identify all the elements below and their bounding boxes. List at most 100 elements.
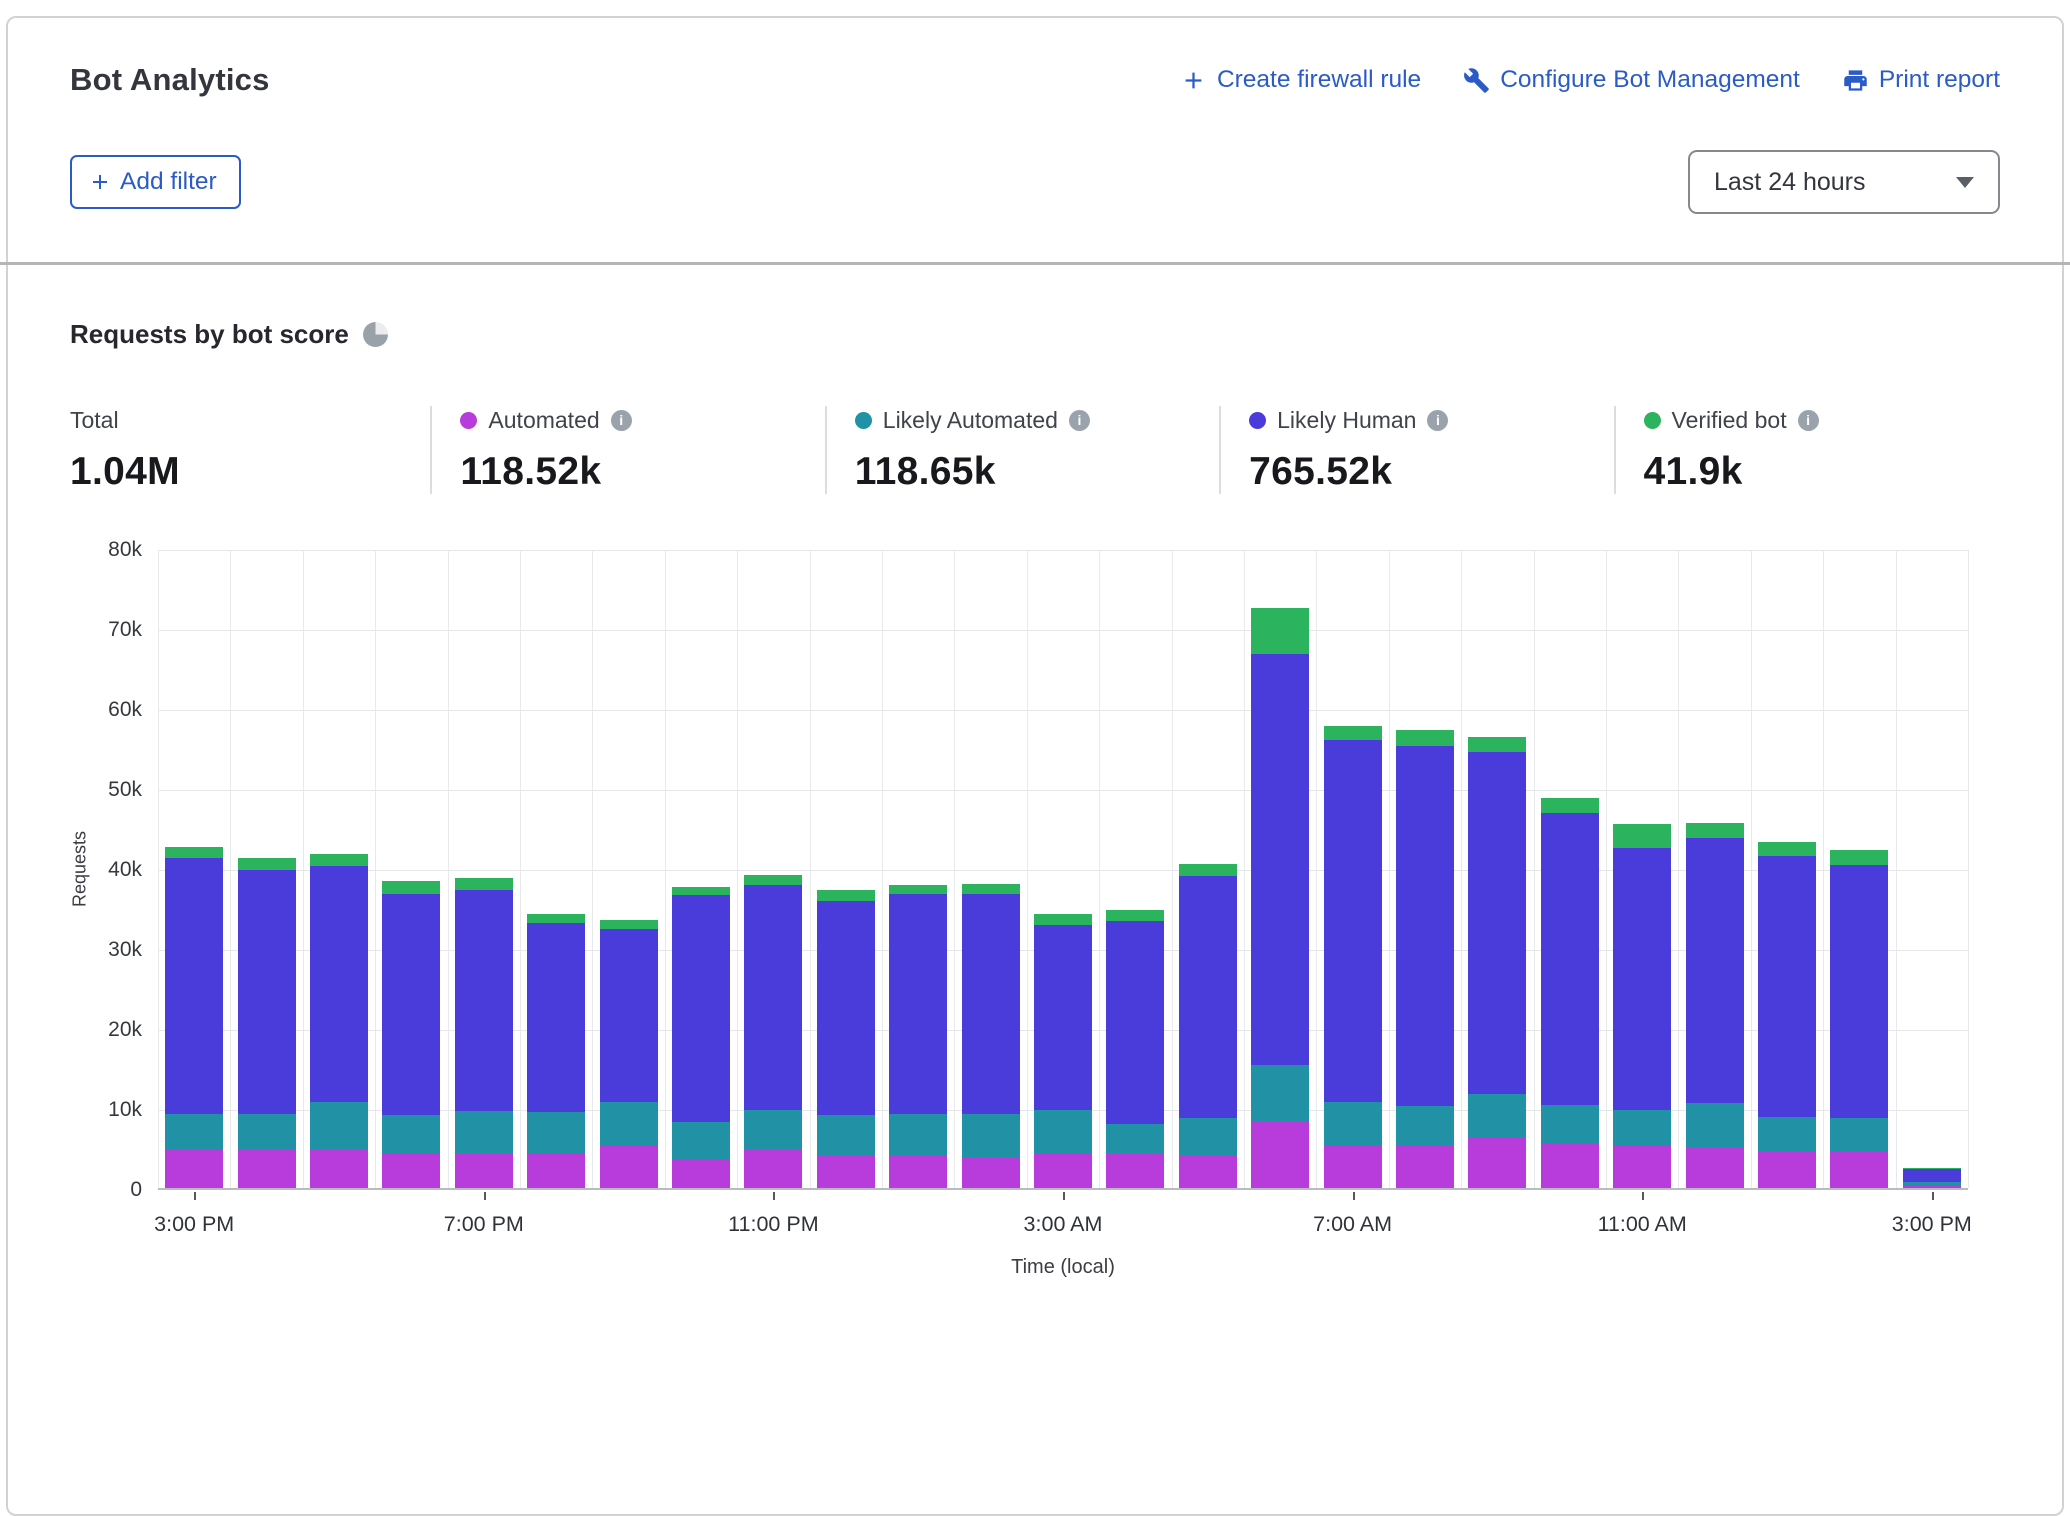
pie-chart-icon: [363, 322, 388, 347]
bar-segment-automated: [889, 1155, 947, 1188]
bar-segment-verified-bot: [1613, 824, 1671, 848]
plot-area: 010k20k30k40k50k60k70k80kRequests: [158, 550, 1968, 1190]
stacked-bar: [600, 920, 658, 1188]
gridline-v: [1823, 550, 1824, 1188]
bar-segment-verified-bot: [672, 887, 730, 895]
bar-segment-automated: [672, 1159, 730, 1188]
bar-segment-likely-human: [1758, 856, 1816, 1117]
header-actions: Create firewall rule Configure Bot Manage…: [1180, 62, 2000, 94]
add-filter-button[interactable]: Add filter: [70, 155, 241, 209]
info-icon[interactable]: i: [1798, 410, 1819, 431]
y-tick-label: 60k: [56, 698, 142, 722]
gridline-v: [1534, 550, 1535, 1188]
bar-segment-likely-automated: [310, 1102, 368, 1149]
bar-segment-likely-automated: [1613, 1110, 1671, 1145]
stacked-bar: [1179, 864, 1237, 1188]
bar-segment-automated: [1758, 1152, 1816, 1188]
bar-segment-verified-bot: [1251, 608, 1309, 654]
printer-icon: [1842, 67, 1869, 94]
gridline-v: [882, 550, 883, 1188]
bar-segment-automated: [527, 1154, 585, 1188]
stat-likely-human: Likely Humani765.52k: [1219, 406, 1613, 494]
bar-segment-verified-bot: [600, 920, 658, 929]
bar-segment-likely-human: [1251, 654, 1309, 1065]
bar-segment-likely-automated: [672, 1122, 730, 1160]
bar-segment-likely-automated: [1396, 1106, 1454, 1146]
bar-segment-verified-bot: [1396, 730, 1454, 746]
page-title: Bot Analytics: [70, 62, 270, 98]
x-tick-label: 3:00 PM: [154, 1212, 234, 1237]
bar-segment-likely-human: [1179, 876, 1237, 1118]
x-tick-label: 3:00 PM: [1892, 1212, 1972, 1237]
gridline-h: [158, 710, 1968, 711]
bar-segment-verified-bot: [1541, 798, 1599, 813]
bar-segment-likely-human: [1396, 746, 1454, 1107]
gridline-v: [954, 550, 955, 1188]
bar-segment-likely-human: [1034, 925, 1092, 1111]
action-link-print-report[interactable]: Print report: [1842, 66, 2000, 94]
bar-segment-likely-human: [1903, 1169, 1961, 1183]
action-link-create-firewall-rule[interactable]: Create firewall rule: [1180, 66, 1421, 94]
gridline-v: [1751, 550, 1752, 1188]
bar-segment-verified-bot: [1324, 726, 1382, 740]
x-tick-label: 11:00 AM: [1598, 1212, 1687, 1237]
x-tick-mark: [1063, 1192, 1065, 1200]
bar-segment-likely-human: [962, 894, 1020, 1115]
stat-value: 41.9k: [1644, 450, 1980, 494]
gridline-v: [1606, 550, 1607, 1188]
bar-segment-likely-human: [1686, 838, 1744, 1103]
plus-icon: [1180, 67, 1207, 94]
stat-automated: Automatedi118.52k: [430, 406, 824, 494]
bar-segment-likely-human: [817, 901, 875, 1115]
info-icon[interactable]: i: [1427, 410, 1448, 431]
stacked-bar: [1034, 914, 1092, 1188]
gridline-v: [1461, 550, 1462, 1188]
gridline-v: [158, 550, 159, 1188]
bar-segment-automated: [1106, 1153, 1164, 1188]
stat-label: Verified bot: [1672, 407, 1787, 434]
legend-dot: [460, 412, 477, 429]
bar-segment-likely-human: [1468, 752, 1526, 1094]
gridline-h: [158, 790, 1968, 791]
bar-segment-verified-bot: [817, 890, 875, 900]
wrench-icon: [1463, 67, 1490, 94]
bar-segment-automated: [1686, 1147, 1744, 1188]
bar-segment-verified-bot: [1830, 850, 1888, 865]
stacked-bar: [165, 847, 223, 1188]
bar-segment-likely-human: [1613, 848, 1671, 1110]
bar-segment-verified-bot: [1758, 842, 1816, 856]
gridline-v: [1678, 550, 1679, 1188]
bar-segment-likely-automated: [962, 1114, 1020, 1157]
bar-segment-automated: [1468, 1138, 1526, 1188]
gridline-v: [1027, 550, 1028, 1188]
stacked-bar: [527, 914, 585, 1188]
stat-value: 765.52k: [1249, 450, 1593, 494]
stacked-bar: [744, 875, 802, 1188]
time-range-dropdown[interactable]: Last 24 hours: [1688, 150, 2000, 214]
stacked-bar: [1468, 737, 1526, 1188]
bar-segment-automated: [382, 1154, 440, 1188]
y-tick-label: 30k: [56, 938, 142, 962]
info-icon[interactable]: i: [611, 410, 632, 431]
stacked-bar: [455, 878, 513, 1188]
bar-segment-verified-bot: [1686, 823, 1744, 838]
card-header: Bot Analytics Create firewall rule Config…: [8, 18, 2062, 262]
bar-segment-verified-bot: [238, 858, 296, 869]
bar-segment-likely-human: [310, 866, 368, 1101]
bar-segment-likely-automated: [1758, 1117, 1816, 1152]
bar-segment-verified-bot: [1034, 914, 1092, 924]
info-icon[interactable]: i: [1069, 410, 1090, 431]
bar-segment-likely-automated: [1034, 1110, 1092, 1153]
chart-section: Requests by bot score Total1.04MAutomate…: [8, 265, 2062, 1310]
stacked-bar: [310, 854, 368, 1188]
gridline-v: [592, 550, 593, 1188]
bar-segment-verified-bot: [310, 854, 368, 866]
bar-segment-automated: [817, 1155, 875, 1188]
bar-segment-verified-bot: [165, 847, 223, 858]
bar-segment-likely-automated: [1830, 1118, 1888, 1151]
bar-segment-likely-human: [672, 895, 730, 1121]
action-label: Print report: [1879, 66, 2000, 94]
x-tick-mark: [484, 1192, 486, 1200]
gridline-h: [158, 630, 1968, 631]
action-link-configure-bot-management[interactable]: Configure Bot Management: [1463, 66, 1800, 94]
